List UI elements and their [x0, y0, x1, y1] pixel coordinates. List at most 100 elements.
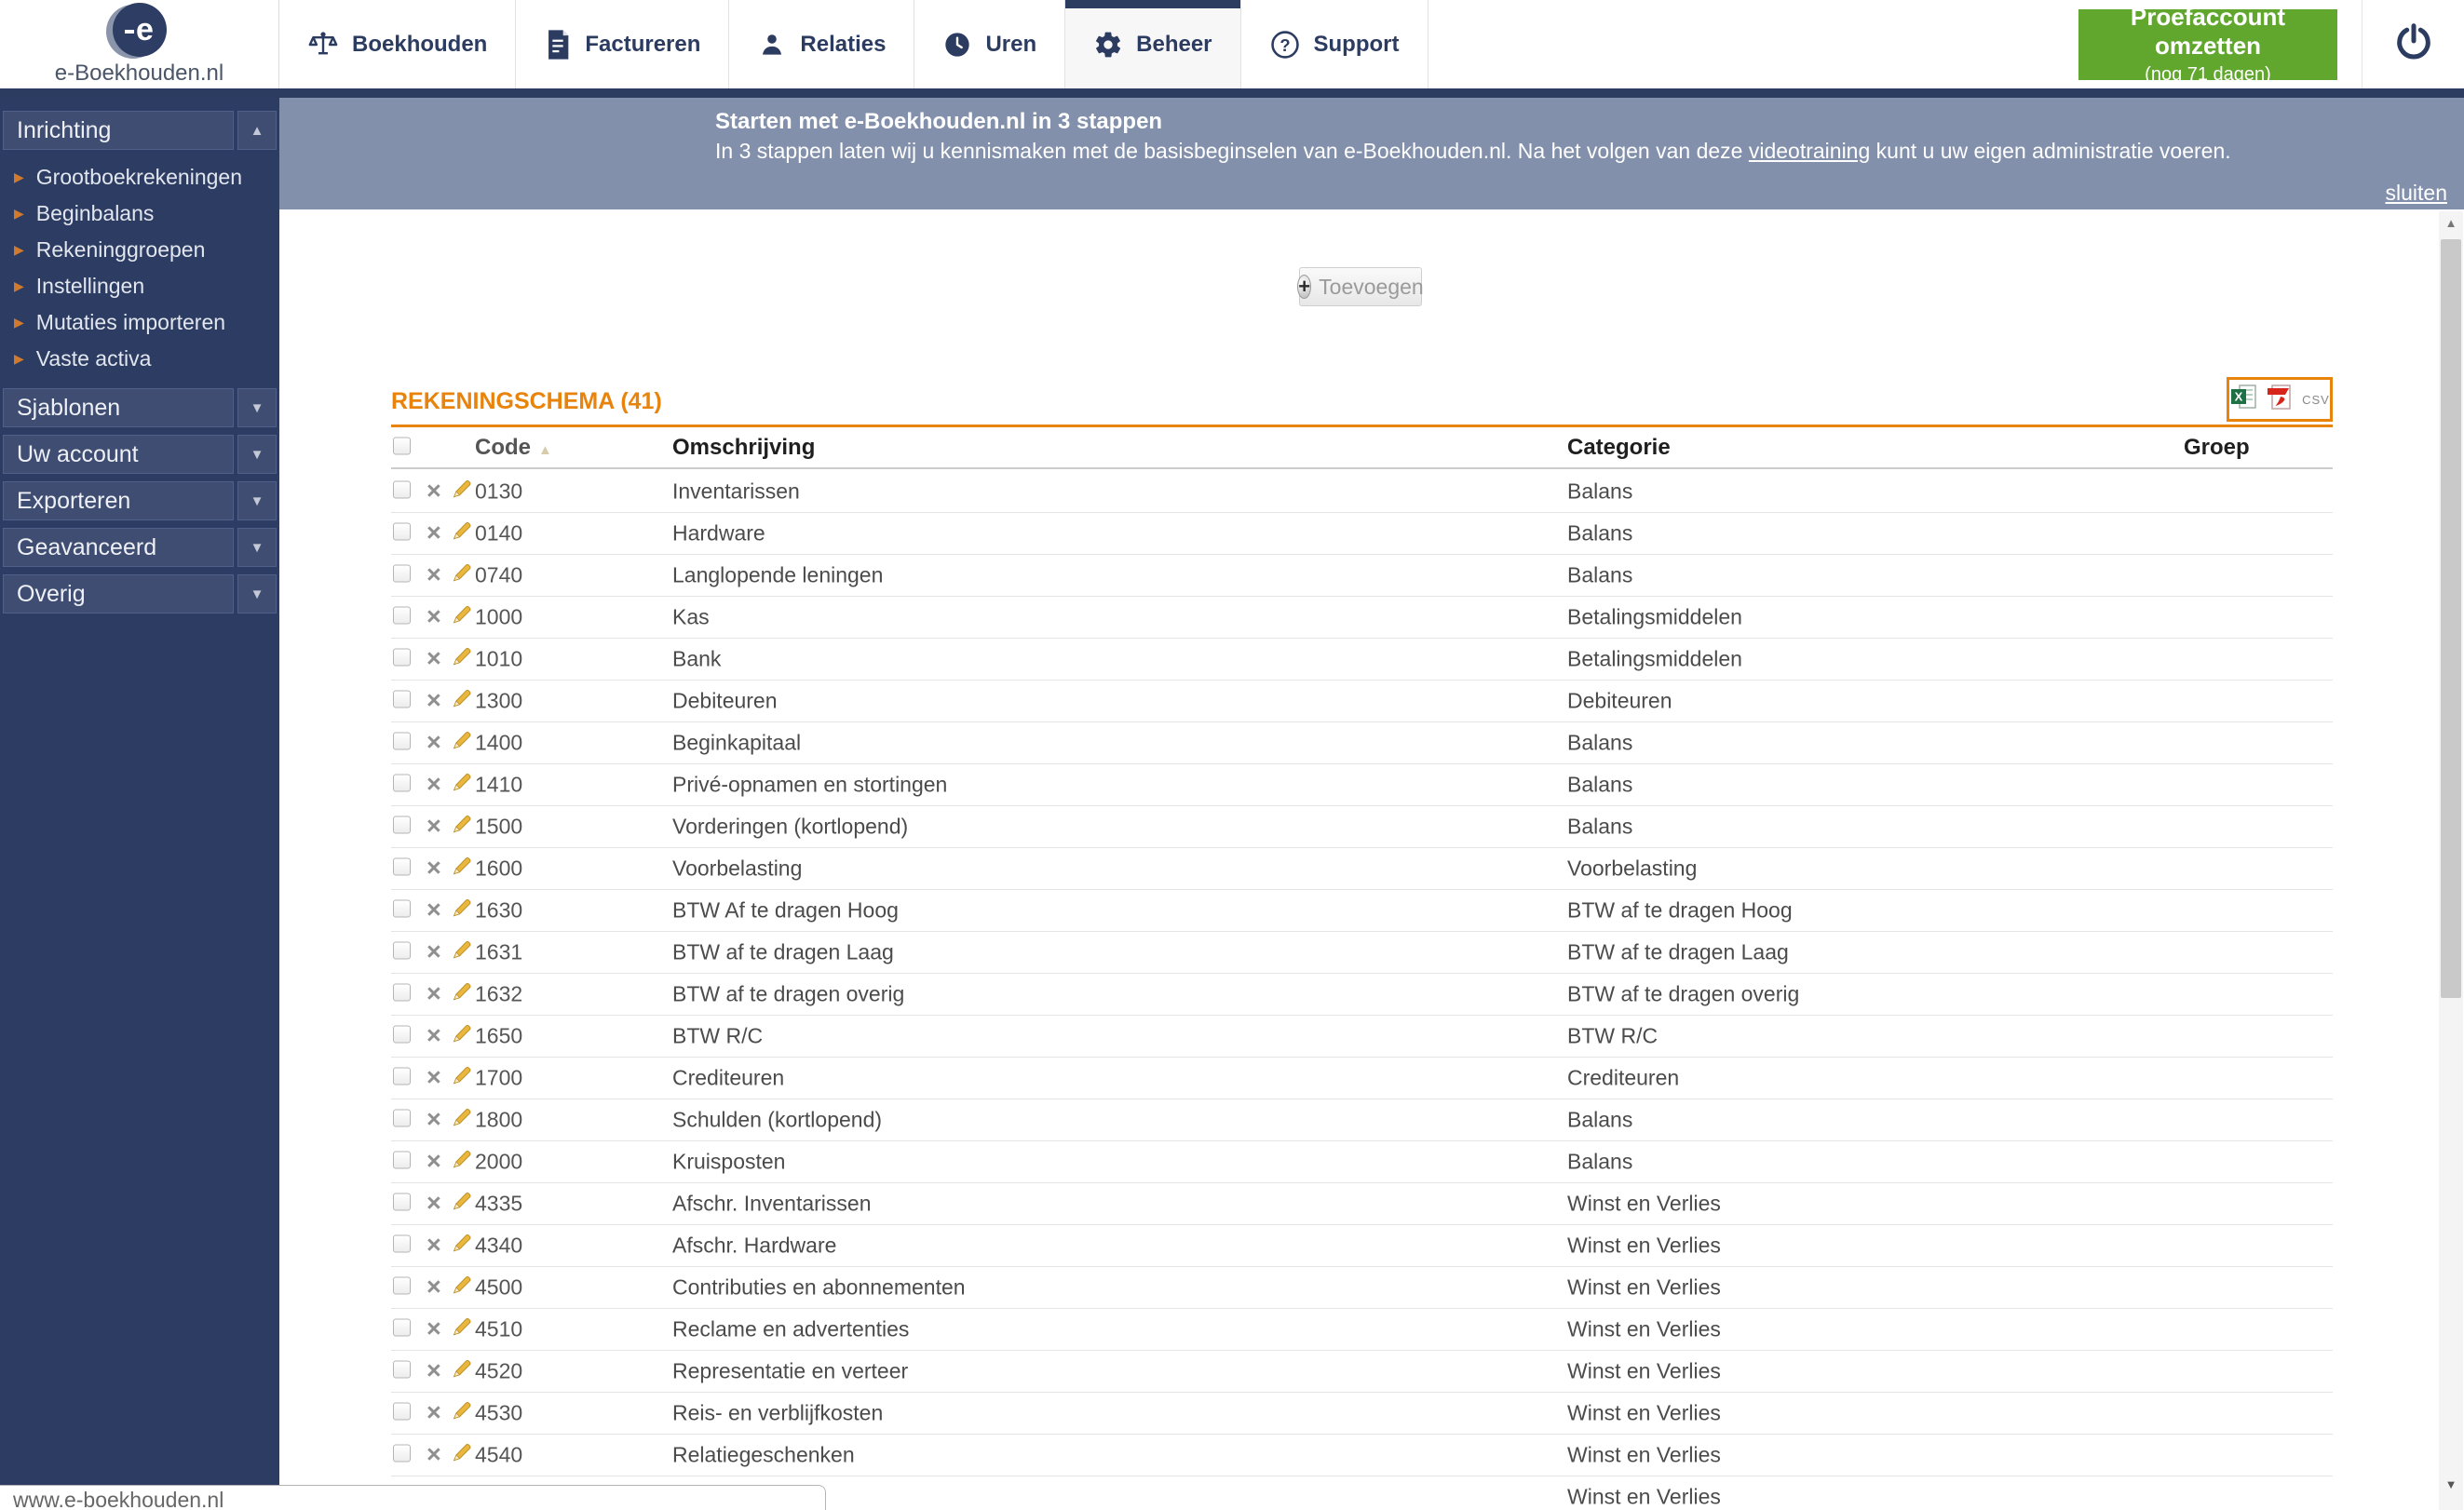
tab-uren[interactable]: Uren: [914, 0, 1065, 88]
csv-export-button[interactable]: CSV: [2302, 393, 2330, 407]
row-checkbox[interactable]: [393, 900, 411, 918]
row-checkbox[interactable]: [393, 733, 411, 750]
edit-pencil-icon[interactable]: [451, 1318, 473, 1342]
tab-support[interactable]: ?Support: [1241, 0, 1428, 88]
tab-relaties[interactable]: Relaties: [729, 0, 914, 88]
row-checkbox[interactable]: [393, 816, 411, 834]
row-checkbox[interactable]: [393, 1026, 411, 1044]
row-checkbox[interactable]: [393, 607, 411, 625]
delete-icon[interactable]: ×: [426, 854, 441, 882]
delete-icon[interactable]: ×: [426, 1231, 441, 1259]
delete-icon[interactable]: ×: [426, 770, 441, 798]
chevron-down-icon[interactable]: ▼: [237, 528, 277, 567]
row-checkbox[interactable]: [393, 942, 411, 960]
add-account-button[interactable]: + Toevoegen: [1299, 267, 1422, 306]
column-header-omschrijving[interactable]: Omschrijving: [672, 435, 815, 461]
pdf-export-icon[interactable]: [2266, 383, 2295, 417]
excel-export-icon[interactable]: X: [2229, 383, 2259, 417]
delete-icon[interactable]: ×: [426, 728, 441, 756]
delete-icon[interactable]: ×: [426, 1315, 441, 1342]
sidebar-item-rekeninggroepen[interactable]: ▶Rekeninggroepen: [0, 232, 279, 268]
delete-icon[interactable]: ×: [426, 602, 441, 630]
row-checkbox[interactable]: [393, 1193, 411, 1211]
scroll-up-arrow-icon[interactable]: ▲: [2439, 211, 2463, 236]
sidebar-section-overig[interactable]: Overig: [3, 574, 234, 613]
edit-pencil-icon[interactable]: [451, 606, 473, 630]
banner-close-link[interactable]: sluiten: [2386, 181, 2447, 206]
sidebar-section-geavanceerd[interactable]: Geavanceerd: [3, 528, 234, 567]
row-checkbox[interactable]: [393, 1235, 411, 1253]
row-checkbox[interactable]: [393, 649, 411, 667]
edit-pencil-icon[interactable]: [451, 480, 473, 505]
delete-icon[interactable]: ×: [426, 1189, 441, 1217]
edit-pencil-icon[interactable]: [451, 690, 473, 714]
row-checkbox[interactable]: [393, 858, 411, 876]
edit-pencil-icon[interactable]: [451, 1444, 473, 1468]
sidebar-item-beginbalans[interactable]: ▶Beginbalans: [0, 195, 279, 232]
delete-icon[interactable]: ×: [426, 1021, 441, 1049]
delete-icon[interactable]: ×: [426, 812, 441, 840]
scroll-down-arrow-icon[interactable]: ▼: [2439, 1473, 2463, 1497]
column-header-groep[interactable]: Groep: [2184, 435, 2250, 461]
sidebar-section-exporteren[interactable]: Exporteren: [3, 481, 234, 520]
edit-pencil-icon[interactable]: [451, 816, 473, 840]
delete-icon[interactable]: ×: [426, 560, 441, 588]
edit-pencil-icon[interactable]: [451, 774, 473, 798]
delete-icon[interactable]: ×: [426, 979, 441, 1007]
edit-pencil-icon[interactable]: [451, 1025, 473, 1049]
row-checkbox[interactable]: [393, 1277, 411, 1295]
edit-pencil-icon[interactable]: [451, 522, 473, 546]
chevron-down-icon[interactable]: ▼: [237, 574, 277, 613]
delete-icon[interactable]: ×: [426, 1440, 441, 1468]
chevron-down-icon[interactable]: ▼: [237, 481, 277, 520]
edit-pencil-icon[interactable]: [451, 732, 473, 756]
delete-icon[interactable]: ×: [426, 896, 441, 924]
sidebar-section-uw-account[interactable]: Uw account: [3, 435, 234, 474]
row-checkbox[interactable]: [393, 1152, 411, 1169]
delete-icon[interactable]: ×: [426, 1356, 441, 1384]
trial-convert-button[interactable]: Proefaccount omzetten (nog 71 dagen): [2078, 9, 2337, 80]
sidebar-item-mutaties-importeren[interactable]: ▶Mutaties importeren: [0, 304, 279, 341]
delete-icon[interactable]: ×: [426, 1105, 441, 1133]
sidebar-item-grootboekrekeningen[interactable]: ▶Grootboekrekeningen: [0, 159, 279, 195]
edit-pencil-icon[interactable]: [451, 564, 473, 588]
tab-factureren[interactable]: Factureren: [516, 0, 729, 88]
chevron-up-icon[interactable]: ▲: [237, 111, 277, 150]
vertical-scrollbar[interactable]: ▲ ▼: [2439, 211, 2463, 1510]
row-checkbox[interactable]: [393, 1319, 411, 1337]
column-header-code[interactable]: Code▲: [475, 435, 552, 461]
row-checkbox[interactable]: [393, 1361, 411, 1379]
delete-icon[interactable]: ×: [426, 1273, 441, 1301]
edit-pencil-icon[interactable]: [451, 899, 473, 924]
delete-icon[interactable]: ×: [426, 1147, 441, 1175]
sidebar-item-instellingen[interactable]: ▶Instellingen: [0, 268, 279, 304]
delete-icon[interactable]: ×: [426, 1063, 441, 1091]
edit-pencil-icon[interactable]: [451, 648, 473, 672]
edit-pencil-icon[interactable]: [451, 1360, 473, 1384]
edit-pencil-icon[interactable]: [451, 857, 473, 882]
edit-pencil-icon[interactable]: [451, 1067, 473, 1091]
edit-pencil-icon[interactable]: [451, 941, 473, 965]
edit-pencil-icon[interactable]: [451, 1402, 473, 1426]
chevron-down-icon[interactable]: ▼: [237, 435, 277, 474]
edit-pencil-icon[interactable]: [451, 983, 473, 1007]
logout-button[interactable]: [2362, 0, 2464, 88]
delete-icon[interactable]: ×: [426, 686, 441, 714]
row-checkbox[interactable]: [393, 523, 411, 541]
brand-logo[interactable]: e e-Boekhouden.nl: [0, 0, 279, 88]
row-checkbox[interactable]: [393, 1068, 411, 1085]
row-checkbox[interactable]: [393, 775, 411, 792]
delete-icon[interactable]: ×: [426, 937, 441, 965]
sidebar-section-sjablonen[interactable]: Sjablonen: [3, 388, 234, 427]
delete-icon[interactable]: ×: [426, 477, 441, 505]
sidebar-item-vaste-activa[interactable]: ▶Vaste activa: [0, 341, 279, 377]
edit-pencil-icon[interactable]: [451, 1109, 473, 1133]
scrollbar-thumb[interactable]: [2441, 239, 2461, 998]
delete-icon[interactable]: ×: [426, 519, 441, 546]
chevron-down-icon[interactable]: ▼: [237, 388, 277, 427]
tab-beheer[interactable]: Beheer: [1065, 0, 1240, 88]
column-header-categorie[interactable]: Categorie: [1567, 435, 1671, 461]
tab-boekhouden[interactable]: Boekhouden: [279, 0, 516, 88]
edit-pencil-icon[interactable]: [451, 1151, 473, 1175]
edit-pencil-icon[interactable]: [451, 1276, 473, 1301]
